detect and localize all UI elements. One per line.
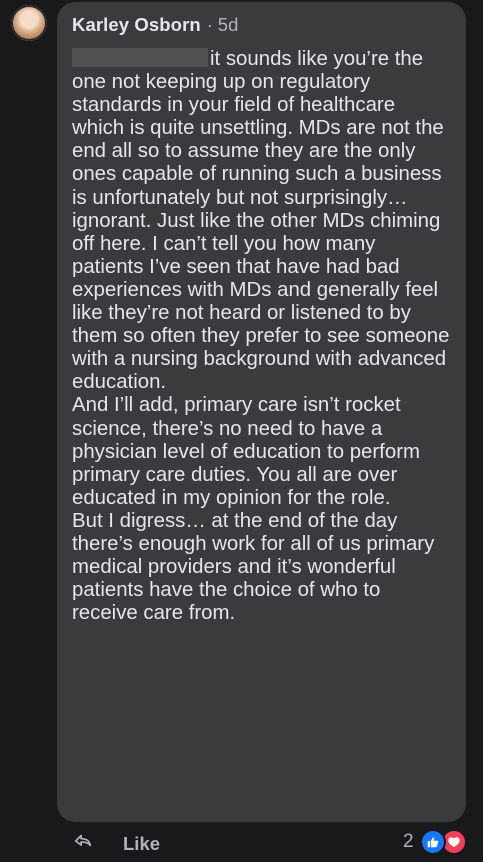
comment-header: Karley Osborn · 5d	[72, 14, 450, 40]
reaction-count[interactable]: 2	[403, 831, 414, 853]
redacted-mention	[72, 48, 208, 67]
comment-actions: Like 2	[0, 825, 483, 862]
comment-screen: Karley Osborn · 5d it sounds like you’re…	[0, 0, 483, 862]
comment-paragraph-2: And I’ll add, primary care isn’t rocket …	[72, 394, 420, 509]
like-button[interactable]: Like	[123, 833, 160, 855]
paragraph-1-text: it sounds like you’re the one not keepin…	[72, 48, 450, 394]
comment-bubble: Karley Osborn · 5d it sounds like you’re…	[57, 2, 466, 822]
comment-text: it sounds like you’re the one not keepin…	[72, 48, 450, 625]
comment-age[interactable]: 5d	[218, 14, 239, 36]
author-name[interactable]: Karley Osborn	[72, 14, 201, 36]
thumbs-up-icon[interactable]	[420, 829, 446, 855]
comment-paragraph-3: But I digress… at the end of the day the…	[72, 509, 435, 625]
share-icon[interactable]	[72, 830, 94, 852]
comment-paragraph-1: it sounds like you’re the one not keepin…	[72, 48, 450, 394]
avatar[interactable]	[11, 5, 47, 41]
meta-separator: ·	[206, 15, 213, 35]
